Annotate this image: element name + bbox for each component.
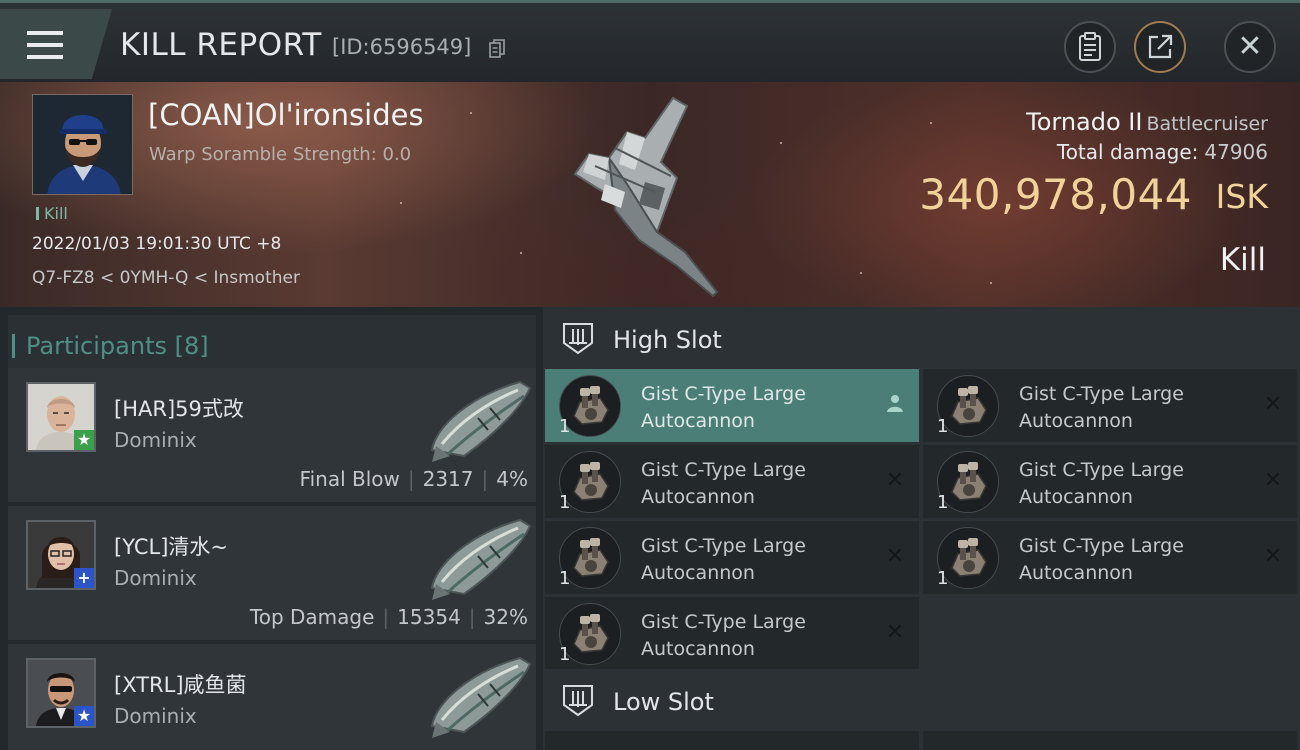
total-damage-value: 47906 xyxy=(1204,140,1268,164)
module-quantity: 1 xyxy=(937,416,949,437)
participant-row[interactable]: ★ [HAR]59式改 Dominix Final Blow | 2317 | 4% xyxy=(8,368,536,502)
high-slot-module[interactable]: 1 Gist C-Type Large Autocannon ✕ xyxy=(545,521,919,594)
report-button[interactable] xyxy=(1064,21,1116,73)
participant-ship: Dominix xyxy=(114,428,197,452)
participant-name: [HAR]59式改 xyxy=(114,397,244,421)
participant-ship: Dominix xyxy=(114,566,197,590)
participant-ship: Dominix xyxy=(114,704,197,728)
high-slot-module[interactable]: 1 Gist C-Type Large Autocannon xyxy=(545,369,919,442)
victim-header: [COAN]Ol'ironsides Warp Soramble Strengt… xyxy=(0,82,1300,307)
participant-role: Top Damage xyxy=(249,605,375,629)
high-slot-module[interactable]: 1 Gist C-Type Large Autocannon ✕ xyxy=(923,445,1297,518)
page-title: KILL REPORT xyxy=(120,27,322,63)
total-damage-label: Total damage: xyxy=(1056,140,1199,164)
avatar[interactable]: ★ xyxy=(26,382,96,452)
module-quantity: 1 xyxy=(559,416,571,437)
module-quantity: 1 xyxy=(937,568,949,589)
module-quantity: 1 xyxy=(937,492,949,513)
participant-badge: ★ xyxy=(74,706,94,726)
participants-title: Participants [8] xyxy=(12,332,209,360)
participant-ship-image xyxy=(430,656,532,738)
close-icon: ✕ xyxy=(1237,29,1263,64)
low-slot-header: Low Slot xyxy=(543,669,1300,731)
high-slot-title: High Slot xyxy=(613,326,722,354)
close-icon[interactable]: ✕ xyxy=(883,469,907,493)
victim-ship-name: Tornado II xyxy=(1026,108,1143,136)
close-icon[interactable]: ✕ xyxy=(1261,469,1285,493)
high-slot-module[interactable]: 1 Gist C-Type Large Autocannon ✕ xyxy=(545,445,919,518)
module-name: Gist C-Type Large Autocannon xyxy=(641,535,806,584)
participant-percent: 4% xyxy=(496,467,528,491)
participant-ship-image xyxy=(430,380,532,462)
low-slot-module[interactable] xyxy=(545,731,919,750)
clipboard-icon xyxy=(1079,32,1101,61)
menu-button[interactable] xyxy=(0,9,112,79)
victim-ship-class: Battlecruiser xyxy=(1146,113,1268,135)
kill-tag: Kill xyxy=(36,204,68,223)
module-name: Gist C-Type Large Autocannon xyxy=(641,611,806,660)
copy-icon[interactable] xyxy=(489,39,505,59)
module-name: Gist C-Type Large Autocannon xyxy=(1019,535,1184,584)
participant-ship-image xyxy=(430,518,532,600)
isk-value: 340,978,044 xyxy=(919,170,1192,219)
victim-ship[interactable]: Tornado II Battlecruiser xyxy=(1026,108,1268,136)
low-slot-title: Low Slot xyxy=(613,688,714,716)
low-slot-module[interactable] xyxy=(923,731,1297,750)
low-slot-icon xyxy=(563,685,593,717)
participant-percent: 32% xyxy=(483,605,528,629)
high-slot-module[interactable]: 1 Gist C-Type Large Autocannon ✕ xyxy=(923,369,1297,442)
hamburger-icon xyxy=(27,31,63,35)
participant-badge: + xyxy=(74,568,94,588)
total-damage: Total damage: 47906 xyxy=(1057,140,1268,164)
avatar[interactable]: ★ xyxy=(26,658,96,728)
participant-damage: 2317 xyxy=(422,467,474,491)
participant-name: [YCL]清水~ xyxy=(114,535,229,559)
participant-name: [XTRL]咸鱼菌 xyxy=(114,673,247,697)
high-slot-module[interactable]: 1 Gist C-Type Large Autocannon ✕ xyxy=(545,597,919,670)
close-icon[interactable]: ✕ xyxy=(1261,393,1285,417)
victim-avatar[interactable] xyxy=(32,94,133,195)
share-icon xyxy=(1148,34,1173,59)
participant-row[interactable]: ★ [XTRL]咸鱼菌 Dominix xyxy=(8,644,536,750)
close-icon[interactable]: ✕ xyxy=(883,621,907,645)
share-button[interactable] xyxy=(1134,21,1186,73)
avatar[interactable]: + xyxy=(26,520,96,590)
participant-stats: Top Damage | 15354 | 32% xyxy=(249,605,528,629)
module-quantity: 1 xyxy=(559,644,571,665)
warp-scramble-strength: Warp Soramble Strength: 0.0 xyxy=(149,144,412,165)
isk-unit: ISK xyxy=(1215,177,1268,216)
participant-badge: ★ xyxy=(74,430,94,450)
high-slot-icon xyxy=(563,323,593,355)
close-icon[interactable]: ✕ xyxy=(1261,545,1285,569)
close-icon[interactable]: ✕ xyxy=(883,545,907,569)
kill-timestamp: 2022/01/03 19:01:30 UTC +8 xyxy=(32,234,282,254)
participant-damage: 15354 xyxy=(397,605,461,629)
victim-ship-image xyxy=(573,96,719,298)
kill-location[interactable]: Q7-FZ8 < 0YMH-Q < Insmother xyxy=(32,268,300,288)
module-name: Gist C-Type Large Autocannon xyxy=(641,459,806,508)
module-name: Gist C-Type Large Autocannon xyxy=(1019,459,1184,508)
victim-name[interactable]: [COAN]Ol'ironsides xyxy=(148,98,424,132)
participants-panel: Participants [8] ★ [HAR]59式改 Dominix Fin… xyxy=(0,307,543,750)
high-slot-module[interactable]: 1 Gist C-Type Large Autocannon ✕ xyxy=(923,521,1297,594)
module-quantity: 1 xyxy=(559,492,571,513)
participant-role: Final Blow xyxy=(299,467,400,491)
participant-row[interactable]: + [YCL]清水~ Dominix Top Damage | 15354 | 32% xyxy=(8,506,536,640)
module-name: Gist C-Type Large Autocannon xyxy=(1019,383,1184,432)
module-quantity: 1 xyxy=(559,568,571,589)
person-icon[interactable] xyxy=(883,393,907,417)
report-id: [ID:6596549] xyxy=(332,35,472,59)
title-bar: KILL REPORT [ID:6596549] ✕ xyxy=(0,0,1300,82)
module-name: Gist C-Type Large Autocannon xyxy=(641,383,806,432)
fitting-panel: High Slot 1 Gist C-Type Large Autocannon 1… xyxy=(543,307,1300,750)
participant-stats: Final Blow | 2317 | 4% xyxy=(299,467,528,491)
participants-header: Participants [8] xyxy=(8,315,536,373)
high-slot-header: High Slot xyxy=(543,307,1300,369)
result-label: Kill xyxy=(1219,242,1266,278)
close-button[interactable]: ✕ xyxy=(1224,21,1276,73)
